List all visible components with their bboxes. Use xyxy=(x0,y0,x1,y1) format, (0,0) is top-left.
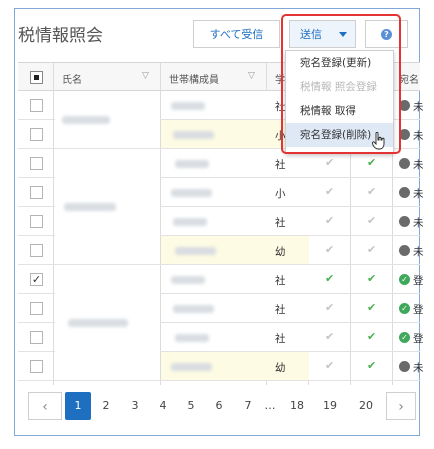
household-member-redacted xyxy=(175,247,216,255)
kind-cell xyxy=(267,265,309,293)
kind-cell xyxy=(267,352,309,380)
name-redacted xyxy=(64,203,116,211)
status-label: 未 xyxy=(413,159,424,171)
household-member-redacted xyxy=(173,131,214,139)
row-checkbox[interactable] xyxy=(30,331,43,344)
check-gray-icon: ✔ xyxy=(367,214,377,227)
header-household: 世帯構成員 xyxy=(169,75,219,86)
kind-label: 幼 xyxy=(275,246,286,258)
name-redacted xyxy=(68,319,128,327)
kind-cell xyxy=(267,323,309,351)
kind-label: 社 xyxy=(275,304,286,316)
next-page-button[interactable]: › xyxy=(386,392,416,420)
page-number-button[interactable]: 3 xyxy=(122,392,148,420)
header-col7: 宛名 xyxy=(399,75,419,86)
check-gray-icon: ✔ xyxy=(325,156,335,169)
kind-label: 幼 xyxy=(275,362,286,374)
prev-page-button[interactable]: ‹ xyxy=(28,392,62,420)
hand-cursor-icon xyxy=(372,132,385,150)
select-all-checkbox[interactable] xyxy=(30,71,43,84)
page-number-button[interactable]: 2 xyxy=(93,392,119,420)
status-check-icon: ✓ xyxy=(399,332,410,343)
kind-cell xyxy=(267,294,309,322)
status-label: 登 xyxy=(413,304,424,316)
status-check-icon: ✓ xyxy=(399,274,410,285)
kind-label: 社 xyxy=(275,159,286,171)
status-label: 未 xyxy=(413,130,424,142)
row-checkbox[interactable] xyxy=(30,244,43,257)
status-label: 登 xyxy=(413,333,424,345)
status-label: 未 xyxy=(413,246,424,258)
status-label: 未 xyxy=(413,188,424,200)
pagination: ‹ 1 2 3 4 5 6 7… 18 19 20 › xyxy=(28,392,416,422)
check-gray-icon: ✔ xyxy=(325,214,335,227)
page-number-button[interactable]: 6 xyxy=(206,392,232,420)
page-number-button[interactable]: 4 xyxy=(150,392,176,420)
household-member-redacted xyxy=(171,276,205,284)
page-number-button[interactable]: 7 xyxy=(235,392,261,420)
check-gray-icon: ✔ xyxy=(367,185,377,198)
status-label: 未 xyxy=(413,362,424,374)
household-member-redacted xyxy=(173,218,207,226)
check-gray-icon: ✔ xyxy=(325,243,335,256)
check-green-icon: ✔ xyxy=(367,156,377,169)
page-number-button[interactable]: 18 xyxy=(284,392,310,420)
page-title: 税情報照会 xyxy=(18,26,103,46)
receive-all-button[interactable]: すべて受信 xyxy=(193,20,280,48)
status-check-icon: ✓ xyxy=(399,303,410,314)
check-gray-icon: ✔ xyxy=(325,330,335,343)
status-dot-icon xyxy=(399,216,410,227)
status-label: 登 xyxy=(413,275,424,287)
status-dot-icon xyxy=(399,361,410,372)
check-green-icon: ✔ xyxy=(367,272,377,285)
page-number-button[interactable]: 5 xyxy=(178,392,204,420)
check-green-icon: ✔ xyxy=(367,301,377,314)
row-checkbox[interactable] xyxy=(30,360,43,373)
page-number-button[interactable]: 19 xyxy=(317,392,343,420)
kind-cell xyxy=(267,236,309,264)
check-gray-icon: ✔ xyxy=(367,243,377,256)
filter-icon[interactable]: ▽ xyxy=(142,71,149,81)
filter-icon[interactable]: ▽ xyxy=(248,71,255,81)
check-green-icon: ✔ xyxy=(367,330,377,343)
row-checkbox[interactable] xyxy=(30,215,43,228)
check-green-icon: ✔ xyxy=(367,359,377,372)
household-member-redacted xyxy=(171,363,212,371)
page-number-button[interactable]: 1 xyxy=(65,392,91,420)
status-dot-icon xyxy=(399,187,410,198)
household-member-redacted xyxy=(171,102,205,110)
status-label: 未 xyxy=(413,217,424,229)
chevron-right-icon: › xyxy=(398,399,404,415)
household-member-redacted xyxy=(175,160,209,168)
check-gray-icon: ✔ xyxy=(325,185,335,198)
kind-label: 小 xyxy=(275,188,286,200)
row-checkbox[interactable] xyxy=(30,186,43,199)
check-green-icon: ✔ xyxy=(325,272,335,285)
row-checkbox[interactable] xyxy=(30,157,43,170)
row-checkbox[interactable]: ✓ xyxy=(30,273,43,286)
pagination-ellipsis: … xyxy=(264,399,276,412)
check-gray-icon: ✔ xyxy=(325,359,335,372)
row-checkbox[interactable] xyxy=(30,128,43,141)
name-redacted xyxy=(62,116,110,124)
header-name: 氏名 xyxy=(62,75,82,86)
chevron-left-icon: ‹ xyxy=(42,399,48,415)
status-label: 未 xyxy=(413,101,424,113)
household-member-redacted xyxy=(173,305,214,313)
household-member-redacted xyxy=(175,334,209,342)
kind-label: 社 xyxy=(275,217,286,229)
status-dot-icon xyxy=(399,158,410,169)
kind-label: 社 xyxy=(275,275,286,287)
status-dot-icon xyxy=(399,245,410,256)
kind-cell xyxy=(267,207,309,235)
kind-label: 社 xyxy=(275,333,286,345)
row-checkbox[interactable] xyxy=(30,99,43,112)
check-gray-icon: ✔ xyxy=(325,301,335,314)
kind-cell xyxy=(267,178,309,206)
household-member-redacted xyxy=(171,189,212,197)
row-checkbox[interactable] xyxy=(30,302,43,315)
page-number-button[interactable]: 20 xyxy=(353,392,379,420)
